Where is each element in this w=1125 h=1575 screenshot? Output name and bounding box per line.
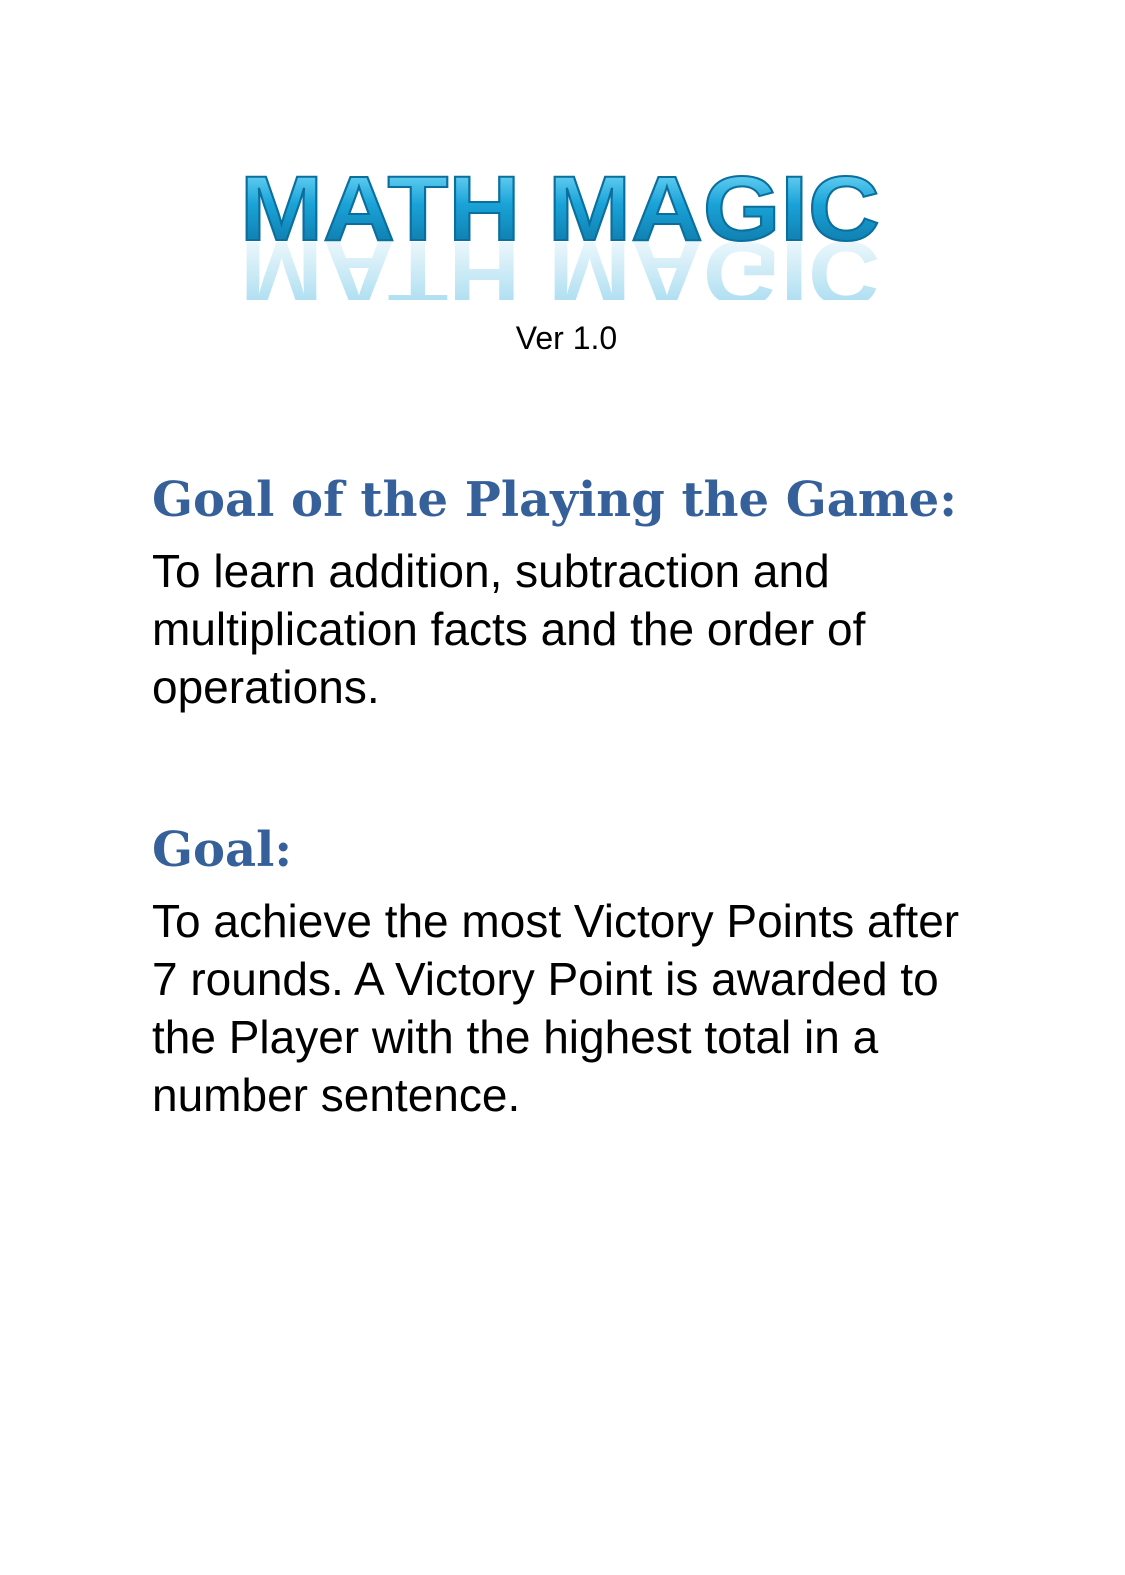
section-body-game-goal: To learn addition, subtraction and multi… bbox=[152, 545, 866, 713]
document-page: MATH MAGIC MATH MAGIC Ver 1.0 Goal of th… bbox=[0, 0, 1125, 1575]
section-heading-goal: Goal: bbox=[152, 822, 293, 878]
math-magic-logo: MATH MAGIC MATH MAGIC bbox=[230, 160, 890, 300]
section-heading-game-goal: Goal of the Playing the Game: bbox=[152, 472, 957, 528]
logo-reflection: MATH MAGIC bbox=[240, 222, 880, 300]
section-body-goal: To achieve the most Victory Points after… bbox=[152, 895, 960, 1121]
version-label: Ver 1.0 bbox=[515, 320, 618, 356]
